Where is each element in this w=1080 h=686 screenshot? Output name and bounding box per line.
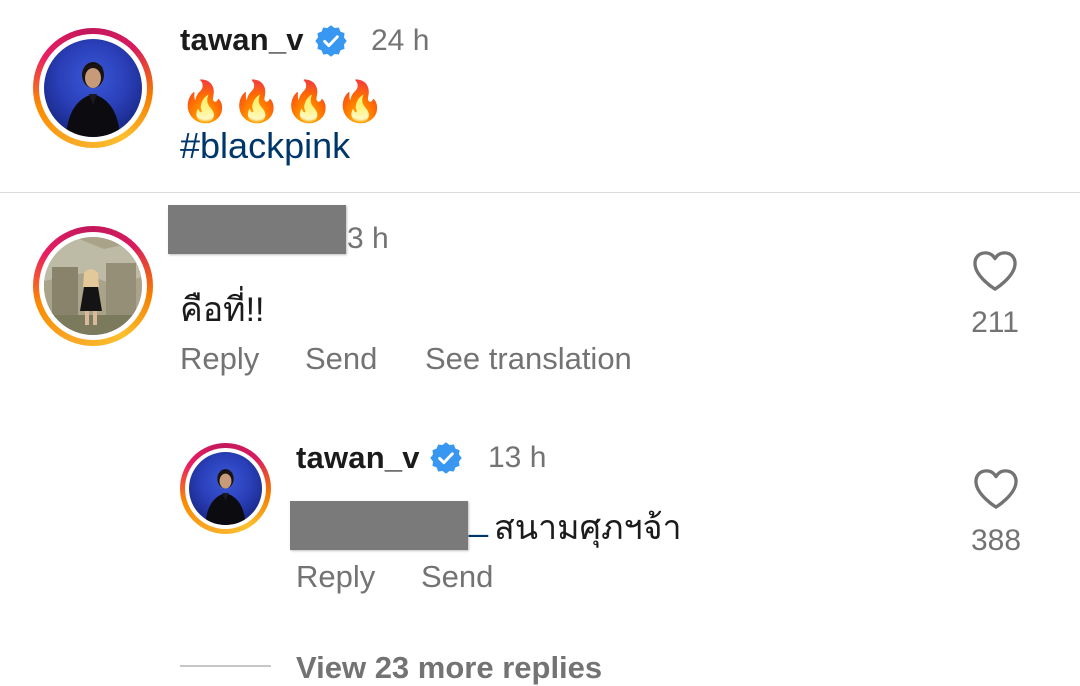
reply-mention-tail[interactable]: _ — [469, 500, 488, 539]
caption-avatar[interactable] — [33, 28, 153, 148]
reply-reply-button[interactable]: Reply — [296, 559, 375, 595]
heart-icon[interactable] — [973, 468, 1019, 510]
view-more-replies-button[interactable]: View 23 more replies — [296, 650, 602, 686]
avatar-photo — [189, 452, 262, 525]
reply-like-count: 388 — [970, 524, 1022, 557]
reply-username[interactable]: tawan_v — [296, 440, 420, 476]
comment-like-count: 211 — [971, 306, 1019, 339]
redacted-mention — [290, 501, 468, 550]
reply-avatar[interactable] — [180, 443, 271, 534]
comment-send-button[interactable]: Send — [305, 341, 377, 377]
caption-divider — [0, 192, 1080, 193]
comment-timestamp: 3 h — [347, 222, 389, 255]
verified-badge-icon — [315, 25, 347, 57]
comment-reply-button[interactable]: Reply — [180, 341, 259, 377]
redacted-username — [168, 205, 346, 254]
verified-badge-icon — [430, 442, 462, 474]
comment-avatar[interactable] — [33, 226, 153, 346]
caption-hashtag[interactable]: #blackpink — [180, 125, 350, 167]
avatar-photo — [44, 237, 142, 335]
reply-text: สนามศุภฯจ้า — [494, 509, 682, 547]
caption-timestamp: 24 h — [371, 24, 430, 57]
view-replies-line — [180, 665, 271, 667]
reply-timestamp: 13 h — [488, 441, 547, 474]
comment-text: คือที่!! — [180, 291, 265, 329]
avatar-photo — [44, 39, 142, 137]
heart-icon[interactable] — [972, 250, 1018, 292]
caption-emoji-text: 🔥🔥🔥🔥 — [180, 80, 388, 124]
reply-send-button[interactable]: Send — [421, 559, 493, 595]
caption-username[interactable]: tawan_v — [180, 22, 304, 58]
see-translation-button[interactable]: See translation — [425, 341, 632, 377]
